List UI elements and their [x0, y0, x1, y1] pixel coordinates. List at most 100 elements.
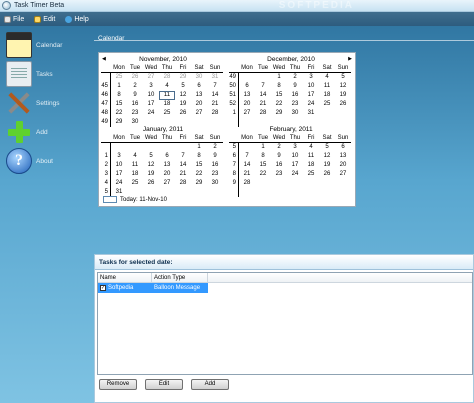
day-cell[interactable]: 17 [143, 100, 159, 109]
day-cell[interactable]: 22 [191, 170, 207, 179]
sidebar-item-about[interactable]: ? About [6, 146, 90, 176]
day-cell[interactable]: 13 [239, 91, 255, 100]
day-cell[interactable]: 24 [143, 109, 159, 118]
day-cell[interactable]: 14 [239, 161, 255, 170]
day-cell[interactable]: 13 [335, 152, 351, 161]
sidebar-item-calendar[interactable]: Calendar [6, 30, 90, 60]
day-cell[interactable]: 2 [271, 143, 287, 152]
day-cell[interactable]: 26 [143, 179, 159, 188]
day-cell[interactable]: 29 [175, 73, 191, 82]
day-cell[interactable]: 10 [111, 161, 127, 170]
day-cell[interactable]: 7 [175, 152, 191, 161]
day-cell[interactable]: 15 [271, 91, 287, 100]
day-cell[interactable]: 31 [207, 73, 223, 82]
day-cell[interactable]: 8 [191, 152, 207, 161]
day-cell[interactable]: 2 [207, 143, 223, 152]
day-cell[interactable]: 10 [287, 152, 303, 161]
day-cell[interactable]: 19 [335, 91, 351, 100]
day-cell[interactable]: 9 [271, 152, 287, 161]
day-cell[interactable]: 14 [175, 161, 191, 170]
day-cell[interactable]: 30 [287, 109, 303, 118]
edit-button[interactable]: Edit [145, 379, 183, 390]
day-cell[interactable]: 20 [239, 100, 255, 109]
day-cell[interactable]: 10 [143, 91, 159, 100]
day-cell[interactable]: 4 [319, 73, 335, 82]
day-cell[interactable]: 20 [159, 170, 175, 179]
day-cell[interactable]: 28 [255, 109, 271, 118]
day-cell[interactable]: 28 [207, 109, 223, 118]
day-cell[interactable]: 31 [303, 109, 319, 118]
day-cell[interactable]: 22 [255, 170, 271, 179]
day-cell[interactable]: 7 [207, 82, 223, 91]
day-cell[interactable]: 18 [319, 91, 335, 100]
day-cell[interactable]: 2 [127, 82, 143, 91]
day-cell[interactable]: 25 [127, 179, 143, 188]
day-cell[interactable]: 25 [303, 170, 319, 179]
day-cell[interactable]: 11 [159, 91, 175, 100]
day-cell[interactable]: 22 [271, 100, 287, 109]
day-cell[interactable]: 20 [335, 161, 351, 170]
day-cell[interactable]: 9 [287, 82, 303, 91]
day-cell[interactable]: 27 [159, 179, 175, 188]
day-cell[interactable]: 17 [111, 170, 127, 179]
day-cell[interactable]: 4 [127, 152, 143, 161]
day-cell[interactable]: 1 [111, 82, 127, 91]
month-calendar[interactable]: ◀ ▶ November, 2010 Mon Tue Wed Thu Fri Sat Sun 2… [98, 52, 356, 207]
day-cell[interactable]: 24 [303, 100, 319, 109]
day-cell[interactable]: 6 [191, 82, 207, 91]
day-cell[interactable]: 8 [271, 82, 287, 91]
day-cell[interactable]: 14 [255, 91, 271, 100]
day-cell[interactable]: 7 [239, 152, 255, 161]
day-cell[interactable]: 20 [191, 100, 207, 109]
day-cell[interactable]: 17 [287, 161, 303, 170]
day-cell[interactable]: 21 [175, 170, 191, 179]
day-cell[interactable]: 16 [271, 161, 287, 170]
day-cell[interactable]: 1 [255, 143, 271, 152]
day-cell[interactable]: 18 [303, 161, 319, 170]
add-button[interactable]: Add [191, 379, 229, 390]
day-cell[interactable]: 1 [271, 73, 287, 82]
sidebar-item-tasks[interactable]: Tasks [6, 59, 90, 89]
day-cell[interactable]: 18 [127, 170, 143, 179]
day-cell[interactable]: 11 [303, 152, 319, 161]
day-cell[interactable]: 12 [319, 152, 335, 161]
day-cell[interactable]: 18 [159, 100, 175, 109]
day-cell[interactable]: 2 [287, 73, 303, 82]
day-cell[interactable]: 27 [239, 109, 255, 118]
day-cell[interactable]: 6 [239, 82, 255, 91]
sidebar-item-settings[interactable]: Settings [6, 88, 90, 118]
day-cell[interactable]: 30 [191, 73, 207, 82]
day-cell[interactable]: 28 [159, 73, 175, 82]
day-cell[interactable]: 3 [111, 152, 127, 161]
day-cell[interactable]: 9 [207, 152, 223, 161]
day-cell[interactable]: 11 [127, 161, 143, 170]
day-cell[interactable]: 16 [127, 100, 143, 109]
day-cell[interactable]: 23 [271, 170, 287, 179]
day-cell[interactable]: 13 [159, 161, 175, 170]
table-row[interactable]: ✓ Softpedia Balloon Message [98, 283, 472, 293]
day-cell[interactable]: 16 [207, 161, 223, 170]
day-cell[interactable]: 12 [175, 91, 191, 100]
day-cell[interactable]: 21 [239, 170, 255, 179]
column-header-action-type[interactable]: Action Type [152, 273, 208, 282]
today-link[interactable]: Today: 11-Nov-10 [103, 196, 167, 203]
day-cell[interactable]: 5 [143, 152, 159, 161]
day-cell[interactable]: 3 [143, 82, 159, 91]
day-cell[interactable]: 12 [143, 161, 159, 170]
day-cell[interactable]: 30 [207, 179, 223, 188]
day-cell[interactable]: 26 [335, 100, 351, 109]
day-cell[interactable]: 9 [127, 91, 143, 100]
task-list[interactable]: Name Action Type ✓ Softpedia Balloon Mes… [97, 272, 473, 375]
day-cell[interactable]: 5 [335, 73, 351, 82]
day-cell[interactable]: 3 [287, 143, 303, 152]
day-cell[interactable]: 22 [111, 109, 127, 118]
day-cell[interactable]: 5 [175, 82, 191, 91]
day-cell[interactable]: 11 [319, 82, 335, 91]
day-cell[interactable]: 27 [143, 73, 159, 82]
day-cell[interactable]: 26 [319, 170, 335, 179]
day-cell[interactable]: 1 [191, 143, 207, 152]
day-cell[interactable]: 27 [191, 109, 207, 118]
day-cell[interactable]: 15 [111, 100, 127, 109]
day-cell[interactable]: 25 [319, 100, 335, 109]
day-cell[interactable]: 12 [335, 82, 351, 91]
